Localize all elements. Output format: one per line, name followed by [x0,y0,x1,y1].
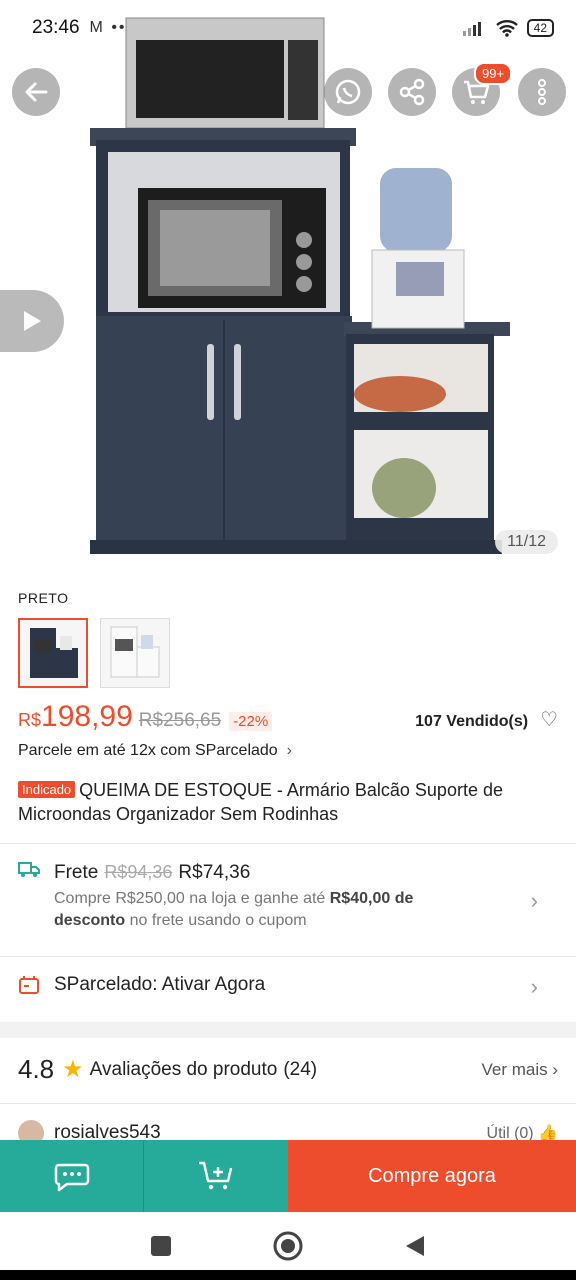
play-icon [24,311,41,331]
bottom-edge [0,1270,576,1280]
shipping-label: Frete [54,862,99,883]
product-title: Indicado QUEIMA DE ESTOQUE - Armário Balc… [18,778,558,826]
shipping-desc-suffix: no frete usando o cupom [125,912,307,929]
variant-thumb-white[interactable] [100,618,170,688]
whatsapp-icon [335,79,361,105]
whatsapp-share-button[interactable] [324,68,372,116]
chat-button[interactable] [0,1140,144,1212]
cart-count-badge: 99+ [474,62,513,85]
variant-thumb-image [30,628,78,678]
shipping-desc-prefix: Compre R$250,00 na loja e ganhe até [54,890,330,907]
ratings-header: 4.8 ★ Avaliações do produto (24) Ver mai… [18,1054,558,1085]
discount-badge: -22% [229,712,273,731]
shipping-row[interactable]: Frete R$94,36 R$74,36 Compre R$250,00 na… [18,860,558,932]
product-title-text: QUEIMA DE ESTOQUE - Armário Balcão Supor… [18,780,503,824]
more-options-button[interactable] [518,68,566,116]
price-row: R$ 198,99 R$256,65 -22% 107 Vendido(s) ♡ [18,700,558,734]
shipping-description: Compre R$250,00 na loja e ganhe até R$40… [54,888,464,932]
sparcelado-label: SParcelado: Ativar Agora [54,974,266,995]
truck-icon [18,862,40,877]
divider [0,1103,576,1104]
add-to-cart-icon [199,1161,233,1190]
more-vertical-icon [538,79,546,105]
variant-label: PRETO [18,590,69,606]
ratings-count: (24) [283,1058,318,1080]
bottom-action-bar: Compre agora [0,1140,576,1212]
status-bar: 23:46 M •• 42 [0,0,576,56]
signal-icon [462,22,481,36]
chevron-right-icon: › [530,888,538,913]
variant-thumb-image [110,626,160,678]
wifi-icon [495,20,518,37]
installment-card-icon [19,976,39,994]
home-button[interactable] [273,1231,303,1261]
shipping-new-price: R$74,36 [178,862,251,883]
notification-icons: M •• [89,19,127,36]
recommended-tag: Indicado [18,781,76,798]
ratings-label: Avaliações do produto [89,1058,278,1080]
chat-icon [54,1163,89,1192]
recent-apps-button[interactable] [150,1235,172,1257]
current-price: 198,99 [41,700,133,733]
variant-thumb-black[interactable] [18,618,88,688]
original-price: R$256,65 [138,710,222,731]
buy-now-button[interactable]: Compre agora [288,1140,576,1212]
share-icon [399,78,425,106]
see-more-link[interactable]: Ver mais › [481,1060,558,1080]
battery-indicator: 42 [526,19,554,37]
sparcelado-row[interactable]: SParcelado: Ativar Agora › [18,974,558,999]
shipping-old-price: R$94,36 [104,862,173,882]
image-counter: 11/12 [495,530,558,554]
rating-score: 4.8 [18,1054,55,1084]
heart-icon[interactable]: ♡ [540,707,558,732]
back-button[interactable] [12,68,60,116]
installment-text: Parcele em até 12x com SParcelado [18,742,278,759]
see-more-text: Ver mais [481,1059,548,1079]
section-divider [0,1022,576,1038]
chevron-right-icon: › [530,974,538,999]
cart-button[interactable]: 99+ [452,62,513,116]
arrow-left-icon [25,82,48,102]
play-video-button[interactable] [0,290,64,352]
status-time: 23:46 [32,17,80,38]
divider [0,843,576,844]
chevron-right-icon: › [282,742,292,759]
back-nav-button[interactable] [404,1234,426,1258]
price-currency: R$ [18,710,42,730]
star-icon: ★ [62,1056,84,1083]
divider [0,956,576,957]
sold-count: 107 Vendido(s) [415,713,529,730]
share-button[interactable] [388,68,436,116]
product-image-carousel[interactable]: 99+ 11/12 [0,0,576,580]
add-to-cart-button[interactable] [144,1140,288,1212]
installment-link[interactable]: Parcele em até 12x com SParcelado › [18,742,292,760]
